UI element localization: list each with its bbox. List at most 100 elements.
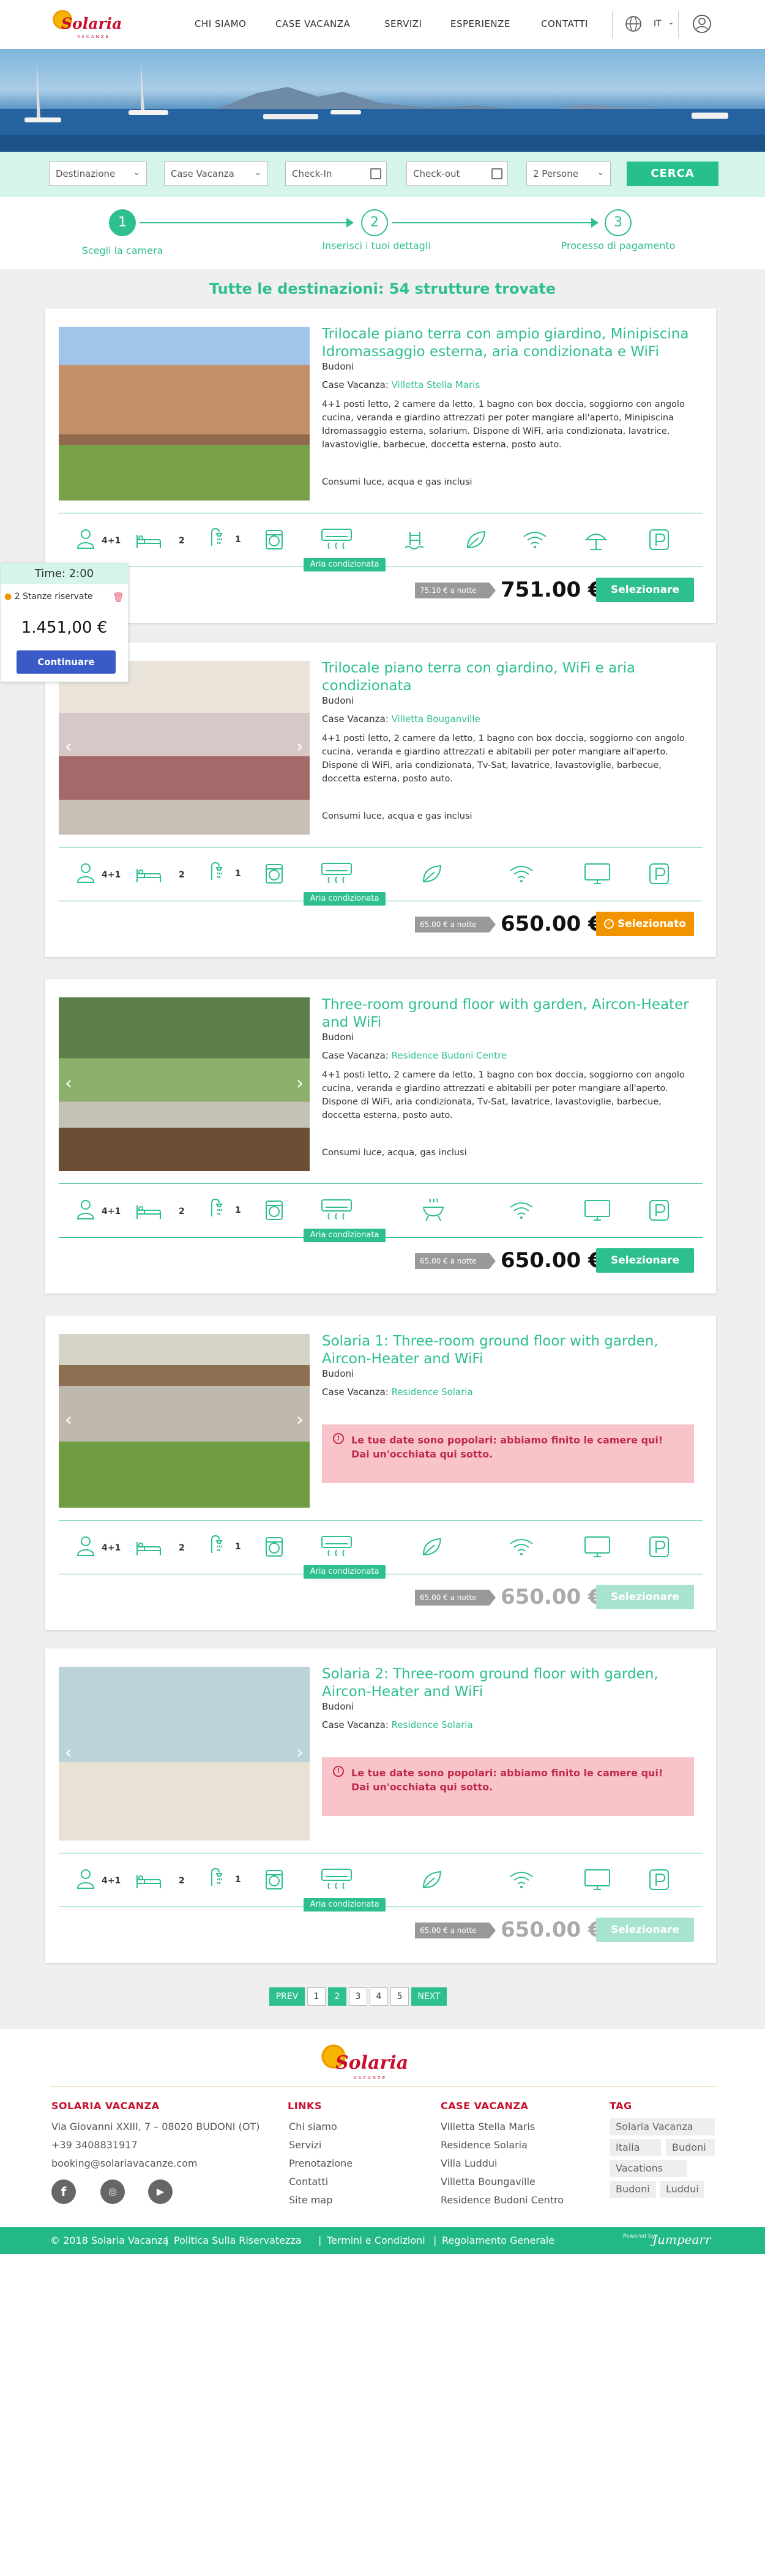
footer-link-contatti[interactable]: Contatti [289, 2176, 328, 2187]
holiday-home-link[interactable]: Residence Budoni Centre [392, 1050, 507, 1061]
footer-link-site-map[interactable]: Site map [289, 2194, 332, 2206]
parking-icon [649, 529, 669, 550]
facebook-icon[interactable]: f [51, 2180, 76, 2204]
pagination-page-3[interactable]: 3 [349, 1987, 367, 2006]
nav-item-chi-siamo[interactable]: CHI SIAMO [195, 18, 246, 29]
nav-item-case-vacanza[interactable]: CASE VACANZA [275, 18, 350, 29]
pagination-page-2[interactable]: 2 [328, 1987, 346, 2006]
select-button[interactable]: Selezionare [596, 578, 694, 602]
pool-amenity [404, 529, 426, 550]
listing-photo[interactable]: ‹ › [59, 1667, 310, 1841]
listing-photo[interactable]: ‹ › [59, 661, 310, 835]
price-per-night: 75.10 € a notte [415, 583, 496, 598]
carousel-prev-icon[interactable]: ‹ [65, 738, 72, 756]
trash-icon[interactable]: 🗑 [113, 592, 124, 603]
reserved-rooms-label: 2 Stanze riservate [14, 592, 93, 601]
listing-title[interactable]: Trilocale piano terra con ampio giardino… [322, 326, 689, 361]
footer-link-servizi[interactable]: Servizi [289, 2139, 321, 2151]
footer-tag[interactable]: Italia [610, 2139, 661, 2156]
carousel-prev-icon[interactable]: ‹ [65, 1744, 72, 1762]
holiday-home-link[interactable]: Residence Solaria [392, 1387, 473, 1398]
holiday-home-label: Case Vacanza: [322, 713, 389, 724]
select-button: Selezionare [596, 1918, 694, 1942]
carousel-next-icon[interactable]: › [296, 1411, 304, 1429]
wifi-icon [510, 866, 533, 882]
user-circle-icon[interactable] [692, 13, 712, 34]
destination-select[interactable]: Destinazione ⌄ [49, 162, 147, 186]
regulation-link[interactable]: Regolamento Generale [442, 2235, 554, 2246]
air-conditioner-amenity [321, 1868, 353, 1891]
carousel-next-icon[interactable]: › [296, 738, 304, 756]
powered-by-logo[interactable]: Jumpearr [652, 2232, 711, 2247]
carousel-prev-icon[interactable]: ‹ [65, 1411, 72, 1429]
nav-item-contatti[interactable]: CONTATTI [541, 18, 588, 29]
search-button[interactable]: CERCA [627, 162, 718, 186]
footer-case-1[interactable]: Villetta Stella Maris [441, 2121, 535, 2132]
pagination-page-5[interactable]: 5 [390, 1987, 409, 2006]
nav-item-servizi[interactable]: SERVIZI [384, 18, 422, 29]
listing-holiday-home: Case Vacanza: Residence Budoni Centre [322, 1050, 507, 1061]
booking-steps: 1 2 3 Scegli la camera Inserisci i tuoi … [0, 197, 765, 269]
listing-title[interactable]: Solaria 2: Three-room ground floor with … [322, 1666, 689, 1701]
footer-tag[interactable]: Budoni [666, 2139, 715, 2156]
air-conditioner-amenity [321, 1199, 353, 1222]
shower-icon [211, 862, 223, 880]
footer-tag[interactable]: Luddui [660, 2181, 704, 2198]
guests-count: 4+1 [102, 536, 121, 546]
footer-divider [50, 2086, 717, 2087]
hero-image [0, 49, 765, 152]
pagination-prev[interactable]: PREV [269, 1987, 305, 2006]
footer-case-5[interactable]: Residence Budoni Centro [441, 2194, 564, 2206]
brand-logo[interactable]: Solaria VACANZE [50, 6, 122, 43]
holiday-home-link[interactable]: Villetta Stella Maris [392, 379, 480, 390]
holiday-home-select[interactable]: Case Vacanza ⌄ [164, 162, 268, 186]
holiday-home-link[interactable]: Villetta Bouganville [392, 713, 480, 724]
carousel-next-icon[interactable]: › [296, 1074, 304, 1093]
select-button[interactable]: Selezionare [596, 1248, 694, 1273]
garden-leaf-amenity [421, 1536, 443, 1557]
footer-tag[interactable]: Budoni [610, 2181, 656, 2198]
footer-link-prenotazione[interactable]: Prenotazione [289, 2157, 353, 2169]
continue-button[interactable]: Continuare [17, 650, 116, 674]
pagination-page-4[interactable]: 4 [370, 1987, 388, 2006]
listing-photo[interactable]: ‹ › [59, 997, 310, 1171]
step-connector [392, 222, 594, 223]
person-icon [76, 1869, 95, 1889]
footer-tag[interactable]: Vacations [610, 2160, 687, 2177]
listing-title[interactable]: Solaria 1: Three-room ground floor with … [322, 1333, 689, 1368]
holiday-home-link[interactable]: Residence Solaria [392, 1719, 473, 1730]
listing-photo[interactable]: ‹ › [59, 1334, 310, 1508]
footer-case-2[interactable]: Residence Solaria [441, 2139, 528, 2151]
nav-item-esperienze[interactable]: ESPERIENZE [450, 18, 510, 29]
parking-amenity [649, 529, 670, 551]
parking-icon [649, 1536, 669, 1557]
price-per-night: 65.00 € a notte [415, 917, 496, 932]
listing-price: 650.00 € [501, 1585, 603, 1609]
select-button-label: Selezionare [610, 1924, 680, 1936]
listing-title[interactable]: Trilocale piano terra con giardino, WiFi… [322, 660, 689, 695]
carousel-prev-icon[interactable]: ‹ [65, 1074, 72, 1093]
language-selector[interactable]: IT ⌄ [624, 15, 679, 34]
terms-link[interactable]: Termini e Condizioni [327, 2235, 425, 2246]
select-button[interactable]: ✓ Selezionato [596, 912, 694, 936]
footer-case-3[interactable]: Villa Luddui [441, 2157, 498, 2169]
footer-logo[interactable]: Solaria VACANZE [318, 2041, 416, 2080]
footer-brand-tagline: VACANZE [354, 2075, 387, 2080]
youtube-icon[interactable]: ▶ [148, 2180, 173, 2204]
checkout-field[interactable]: Check-out [406, 162, 508, 186]
listing-title[interactable]: Three-room ground floor with garden, Air… [322, 996, 689, 1032]
beds-count: 2 [179, 1876, 185, 1886]
guests-select[interactable]: 2 Persone ⌄ [526, 162, 611, 186]
privacy-link[interactable]: Politica Sulla Riservatezza [174, 2235, 302, 2246]
footer-link-chi-siamo[interactable]: Chi siamo [289, 2121, 337, 2132]
footer-phone[interactable]: +39 3408831917 [51, 2139, 138, 2151]
footer-email[interactable]: booking@solariavacanze.com [51, 2157, 197, 2169]
pagination-next[interactable]: NEXT [411, 1987, 447, 2006]
footer-tag[interactable]: Solaria Vacanza [610, 2118, 715, 2135]
pagination-page-1[interactable]: 1 [307, 1987, 326, 2006]
listing-photo[interactable] [59, 327, 310, 501]
tripadvisor-icon[interactable]: ◎ [100, 2180, 125, 2204]
footer-case-4[interactable]: Villetta Boungaville [441, 2176, 536, 2187]
checkin-field[interactable]: Check-In [285, 162, 387, 186]
carousel-next-icon[interactable]: › [296, 1744, 304, 1762]
